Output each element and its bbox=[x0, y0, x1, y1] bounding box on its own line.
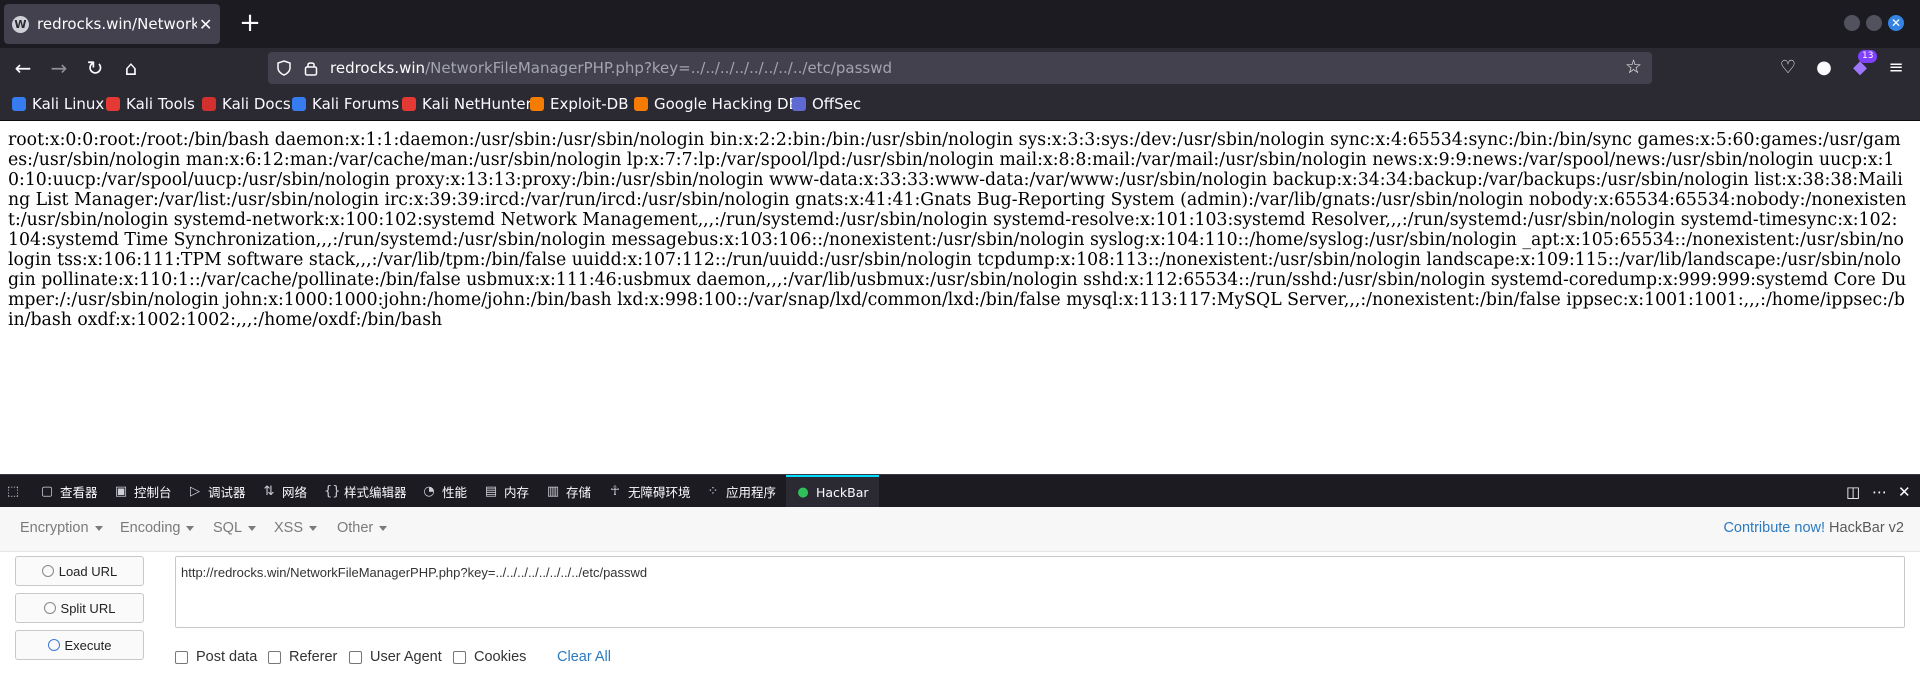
menu-icon[interactable]: ≡ bbox=[1884, 56, 1908, 80]
bookmark-kali-linux[interactable]: Kali Linux bbox=[12, 95, 104, 113]
devtools-toolbar: ⬚ ▢ 查看器 ▣ 控制台 ▷ 调试器 ⇅ 网络 {} 样式编辑器 ◔ 性能 ▤ 内存 ▥ 存储… bbox=[0, 474, 1920, 508]
reload-button[interactable]: ↻ bbox=[79, 52, 111, 84]
tab-memory[interactable]: ▤ 内存 bbox=[484, 475, 529, 508]
caret-down-icon bbox=[248, 525, 257, 531]
tab-application[interactable]: ⁘ 应用程序 bbox=[706, 475, 776, 508]
kali-icon bbox=[106, 97, 120, 111]
more-options-icon[interactable]: ⋯ bbox=[1872, 483, 1887, 501]
close-devtools-icon[interactable]: ✕ bbox=[1898, 483, 1911, 501]
element-picker-icon[interactable]: ⬚ bbox=[6, 475, 26, 508]
nethunter-icon bbox=[402, 97, 416, 111]
address-bar[interactable]: redrocks.win/NetworkFileManagerPHP.php?k… bbox=[268, 52, 1652, 84]
menu-encoding[interactable]: Encoding bbox=[120, 520, 195, 536]
bookmarks-toolbar: Kali Linux Kali Tools Kali Docs Kali For… bbox=[0, 88, 1920, 121]
minimize-window-button[interactable] bbox=[1844, 15, 1860, 31]
application-icon: ⁘ bbox=[707, 483, 719, 499]
kali-docs-icon bbox=[202, 97, 216, 111]
bookmark-kali-docs[interactable]: Kali Docs bbox=[202, 95, 291, 113]
menu-xss[interactable]: XSS bbox=[274, 520, 318, 536]
console-icon: ▣ bbox=[114, 483, 128, 499]
referer-checkbox[interactable]: Referer bbox=[268, 649, 337, 665]
tab-strip: W redrocks.win/NetworkFileMa ✕ + ✕ bbox=[0, 0, 1920, 48]
wordpress-icon: W bbox=[12, 15, 29, 33]
close-tab-icon[interactable]: ✕ bbox=[199, 15, 212, 34]
back-button[interactable]: ← bbox=[7, 52, 39, 84]
exploit-db-icon bbox=[530, 97, 544, 111]
tab-performance[interactable]: ◔ 性能 bbox=[422, 475, 467, 508]
hackbar-menu: Encryption Encoding SQL XSS Other Contri… bbox=[0, 507, 1920, 552]
hackbar-url-input[interactable]: http://redrocks.win/NetworkFileManagerPH… bbox=[175, 556, 1905, 628]
play-icon bbox=[47, 639, 60, 651]
scissors-icon bbox=[43, 602, 56, 614]
post-data-checkbox[interactable]: Post data bbox=[175, 649, 257, 665]
clear-all-button[interactable]: Clear All bbox=[557, 649, 611, 665]
forward-button[interactable]: → bbox=[43, 52, 75, 84]
load-url-button[interactable]: Load URL bbox=[15, 556, 144, 586]
hackbar-icon: ● bbox=[797, 484, 809, 500]
kali-icon bbox=[12, 97, 26, 111]
tab-storage[interactable]: ▥ 存储 bbox=[546, 475, 591, 508]
storage-icon: ▥ bbox=[546, 483, 560, 499]
kali-icon bbox=[292, 97, 306, 111]
account-icon[interactable]: ● bbox=[1812, 56, 1836, 80]
pocket-icon[interactable]: ♡ bbox=[1776, 56, 1800, 80]
bookmark-kali-tools[interactable]: Kali Tools bbox=[106, 95, 195, 113]
tab-style-editor[interactable]: {} 样式编辑器 bbox=[324, 475, 407, 508]
tab-accessibility[interactable]: ☥ 无障碍环境 bbox=[608, 475, 690, 508]
url-text[interactable]: redrocks.win/NetworkFileManagerPHP.php?k… bbox=[330, 59, 892, 77]
maximize-window-button[interactable] bbox=[1866, 15, 1882, 31]
load-icon bbox=[41, 565, 54, 577]
tab-debugger[interactable]: ▷ 调试器 bbox=[188, 475, 246, 508]
extension-badge: 13 bbox=[1858, 50, 1878, 63]
split-url-button[interactable]: Split URL bbox=[15, 593, 144, 623]
performance-icon: ◔ bbox=[423, 483, 435, 499]
home-button[interactable]: ⌂ bbox=[115, 52, 147, 84]
execute-button[interactable]: Execute bbox=[15, 630, 144, 660]
style-editor-icon: {} bbox=[324, 483, 341, 499]
network-icon: ⇅ bbox=[263, 483, 275, 499]
lock-icon[interactable] bbox=[304, 60, 318, 76]
tab-inspector[interactable]: ▢ 查看器 bbox=[40, 475, 98, 508]
caret-down-icon bbox=[186, 525, 195, 531]
ghdb-icon bbox=[634, 97, 648, 111]
tab-network[interactable]: ⇅ 网络 bbox=[262, 475, 307, 508]
shield-icon[interactable] bbox=[276, 60, 292, 76]
accessibility-icon: ☥ bbox=[610, 483, 620, 499]
browser-tab[interactable]: W redrocks.win/NetworkFileMa ✕ bbox=[4, 4, 220, 44]
debugger-icon: ▷ bbox=[190, 483, 200, 499]
tab-title: redrocks.win/NetworkFileMa bbox=[37, 15, 197, 33]
new-tab-button[interactable]: + bbox=[234, 8, 266, 40]
menu-sql[interactable]: SQL bbox=[213, 520, 257, 536]
tab-hackbar[interactable]: ● HackBar bbox=[786, 475, 879, 508]
menu-other[interactable]: Other bbox=[337, 520, 388, 536]
offsec-icon bbox=[792, 97, 806, 111]
menu-encryption[interactable]: Encryption bbox=[20, 520, 103, 536]
user-agent-checkbox[interactable]: User Agent bbox=[349, 649, 442, 665]
dock-side-icon[interactable]: ◫ bbox=[1846, 483, 1860, 501]
inspector-icon: ▢ bbox=[40, 483, 54, 499]
cookies-checkbox[interactable]: Cookies bbox=[453, 649, 526, 665]
tab-console[interactable]: ▣ 控制台 bbox=[114, 475, 172, 508]
contribute-link[interactable]: Contribute now! HackBar v2 bbox=[1723, 520, 1904, 536]
bookmark-exploit-db[interactable]: Exploit-DB bbox=[530, 95, 629, 113]
memory-icon: ▤ bbox=[484, 483, 498, 499]
caret-down-icon bbox=[94, 525, 103, 531]
caret-down-icon bbox=[309, 525, 318, 531]
close-window-button[interactable]: ✕ bbox=[1888, 15, 1904, 31]
caret-down-icon bbox=[379, 525, 388, 531]
bookmark-offsec[interactable]: OffSec bbox=[792, 95, 861, 113]
bookmark-google-hacking-db[interactable]: Google Hacking DB bbox=[634, 95, 799, 113]
nav-toolbar: ← → ↻ ⌂ redrocks.win/NetworkFileManagerP… bbox=[0, 48, 1920, 88]
bookmark-kali-forums[interactable]: Kali Forums bbox=[292, 95, 399, 113]
hackbar-panel: Encryption Encoding SQL XSS Other Contri… bbox=[0, 507, 1920, 697]
passwd-file-content: root:x:0:0:root:/root:/bin/bash daemon:x… bbox=[8, 130, 1907, 330]
bookmark-star-icon[interactable]: ☆ bbox=[1625, 56, 1642, 78]
bookmark-kali-nethunter[interactable]: Kali NetHunter bbox=[402, 95, 532, 113]
